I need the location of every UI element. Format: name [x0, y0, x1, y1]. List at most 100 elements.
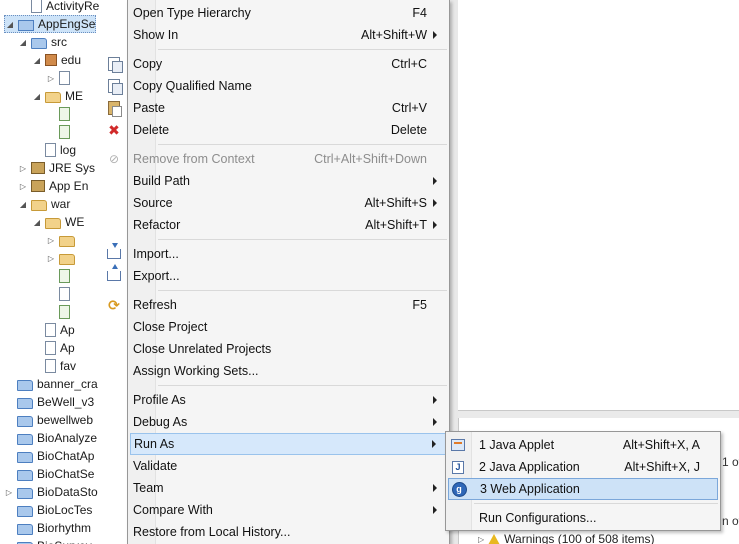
- menu-item-compare-with[interactable]: Compare With: [133, 499, 447, 521]
- menu-item-open-type-hierarchy[interactable]: Open Type Hierarchy F4: [133, 2, 447, 24]
- menu-item-copy-qualified-name[interactable]: Copy Qualified Name: [108, 75, 447, 97]
- tree-row[interactable]: BeWell_v3: [4, 393, 94, 411]
- tree-row[interactable]: ◢ war: [18, 195, 70, 213]
- menu-item-assign-working-sets[interactable]: Assign Working Sets...: [133, 360, 447, 382]
- menu-item-close-project[interactable]: Close Project: [133, 316, 447, 338]
- menu-item-label: 2 Java Application: [479, 460, 580, 474]
- menu-item-label: Validate: [133, 459, 178, 473]
- tree-row[interactable]: bewellweb: [4, 411, 93, 429]
- tree-row[interactable]: BioChatSe: [4, 465, 94, 483]
- warnings-row[interactable]: ▷ Warnings (100 of 508 items): [478, 532, 654, 544]
- tree-collapsed-icon[interactable]: ▷: [4, 487, 14, 497]
- tree-collapsed-icon[interactable]: ▷: [46, 253, 56, 263]
- menu-item-label: Refresh: [133, 298, 177, 312]
- tree-row-label: Ap: [60, 341, 75, 355]
- tree-collapsed-icon[interactable]: ▷: [46, 235, 56, 245]
- tree-row[interactable]: banner_cra: [4, 375, 98, 393]
- tree-expanded-icon[interactable]: ◢: [32, 55, 42, 65]
- panel-count-text: 1 of: [722, 455, 739, 469]
- tree-row[interactable]: ▷ JRE Sys: [18, 159, 95, 177]
- tree-row-label: BioChatAp: [37, 449, 95, 463]
- tree-expanded-icon[interactable]: ◢: [18, 37, 28, 47]
- tree-row[interactable]: ◢ AppEngSe: [4, 15, 97, 33]
- tree-row[interactable]: BioChatAp: [4, 447, 94, 465]
- menu-item-delete[interactable]: ✖ Delete Delete: [108, 119, 447, 141]
- menu-item-copy[interactable]: Copy Ctrl+C: [108, 53, 447, 75]
- tree-row[interactable]: ◢ WE: [32, 213, 84, 231]
- folder-blue-icon: [17, 415, 33, 427]
- tree-row[interactable]: [46, 267, 74, 285]
- file-icon: [45, 143, 56, 157]
- expand-warnings-icon[interactable]: ▷: [478, 535, 484, 544]
- folder-icon: [45, 217, 61, 229]
- menu-item-paste[interactable]: Paste Ctrl+V: [108, 97, 447, 119]
- tree-row[interactable]: [46, 105, 74, 123]
- folder-blue-icon: [17, 523, 33, 535]
- tree-collapsed-icon[interactable]: ▷: [18, 181, 28, 191]
- panel-count-text-2: n of: [722, 514, 739, 528]
- tree-row[interactable]: Ap: [32, 339, 75, 357]
- tree-expanded-icon[interactable]: ◢: [5, 19, 15, 29]
- menu-item-show-in[interactable]: Show In Alt+Shift+W: [133, 24, 447, 46]
- tree-collapsed-icon[interactable]: ▷: [46, 73, 56, 83]
- menu-item-validate[interactable]: Validate: [133, 455, 447, 477]
- menu-item-label: Profile As: [133, 393, 186, 407]
- menu-item-label: Restore from Local History...: [133, 525, 291, 539]
- tree-row[interactable]: ◢ ME: [32, 87, 83, 105]
- tree-row[interactable]: Biorhythm: [4, 519, 91, 537]
- tree-row-label: BeWell_v3: [37, 395, 95, 409]
- tree-row[interactable]: fav: [32, 357, 76, 375]
- tree-expanded-icon[interactable]: ◢: [32, 217, 42, 227]
- menu-item-1-java-applet[interactable]: 1 Java Applet Alt+Shift+X, A: [448, 434, 718, 456]
- tree-row[interactable]: ▷: [46, 231, 79, 249]
- menu-item-3-web-application[interactable]: g 3 Web Application: [448, 478, 718, 500]
- tree-row[interactable]: ▷ App En: [18, 177, 88, 195]
- menu-item-refresh[interactable]: ⟳ Refresh F5: [108, 294, 447, 316]
- menu-item-label: Import...: [133, 247, 179, 261]
- tree-row[interactable]: [46, 285, 74, 303]
- menu-item-refactor[interactable]: Refactor Alt+Shift+T: [133, 214, 447, 236]
- tree-row[interactable]: ▷ BioDataSto: [4, 483, 98, 501]
- folder-blue-icon: [31, 37, 47, 49]
- tree-row[interactable]: ▷: [46, 249, 79, 267]
- tree-row[interactable]: [46, 123, 74, 141]
- tree-collapsed-icon[interactable]: ▷: [18, 163, 28, 173]
- tree-row[interactable]: Ap: [32, 321, 75, 339]
- menu-item-import[interactable]: Import...: [107, 243, 447, 265]
- remove-context-icon: ⊘: [108, 152, 120, 166]
- tree-row[interactable]: ◢ edu: [32, 51, 81, 69]
- menu-item-restore-from-local-history[interactable]: Restore from Local History...: [133, 521, 447, 543]
- tree-row[interactable]: [46, 303, 74, 321]
- tree-row[interactable]: log: [32, 141, 76, 159]
- menu-item-team[interactable]: Team: [133, 477, 447, 499]
- menu-item-debug-as[interactable]: Debug As: [133, 411, 447, 433]
- pkg-icon: [45, 54, 57, 66]
- menu-item-2-java-application[interactable]: J 2 Java Application Alt+Shift+X, J: [448, 456, 718, 478]
- tree-row[interactable]: BioAnalyze: [4, 429, 97, 447]
- menu-item-label: Close Project: [133, 320, 208, 334]
- tree-row[interactable]: ActivityRe: [18, 0, 99, 15]
- tree-expanded-icon[interactable]: ◢: [32, 91, 42, 101]
- menu-item-profile-as[interactable]: Profile As: [133, 389, 447, 411]
- submenu-arrow-icon: [433, 199, 437, 207]
- tree-row-label: BioAnalyze: [37, 431, 98, 445]
- tree-row[interactable]: BioLocTes: [4, 501, 92, 519]
- menu-item-source[interactable]: Source Alt+Shift+S: [133, 192, 447, 214]
- menu-item-build-path[interactable]: Build Path: [133, 170, 447, 192]
- tree-row[interactable]: ▷: [46, 69, 74, 87]
- menu-item-shortcut: Alt+Shift+X, A: [622, 438, 700, 452]
- menu-item-run-as[interactable]: Run As: [130, 433, 447, 455]
- tree-row[interactable]: BioSurvey: [4, 537, 92, 544]
- tree-row-label: BioSurvey: [37, 539, 92, 544]
- menu-item-close-unrelated-projects[interactable]: Close Unrelated Projects: [133, 338, 447, 360]
- tree-expanded-icon[interactable]: ◢: [18, 199, 28, 209]
- warnings-label: Warnings (100 of 508 items): [504, 532, 655, 544]
- tree-row[interactable]: ◢ src: [18, 33, 67, 51]
- menu-item-run-configurations[interactable]: Run Configurations...: [448, 507, 718, 529]
- menu-item-export[interactable]: Export...: [107, 264, 447, 287]
- menu-item-label: Close Unrelated Projects: [133, 342, 272, 356]
- filegreen-icon: [59, 269, 70, 283]
